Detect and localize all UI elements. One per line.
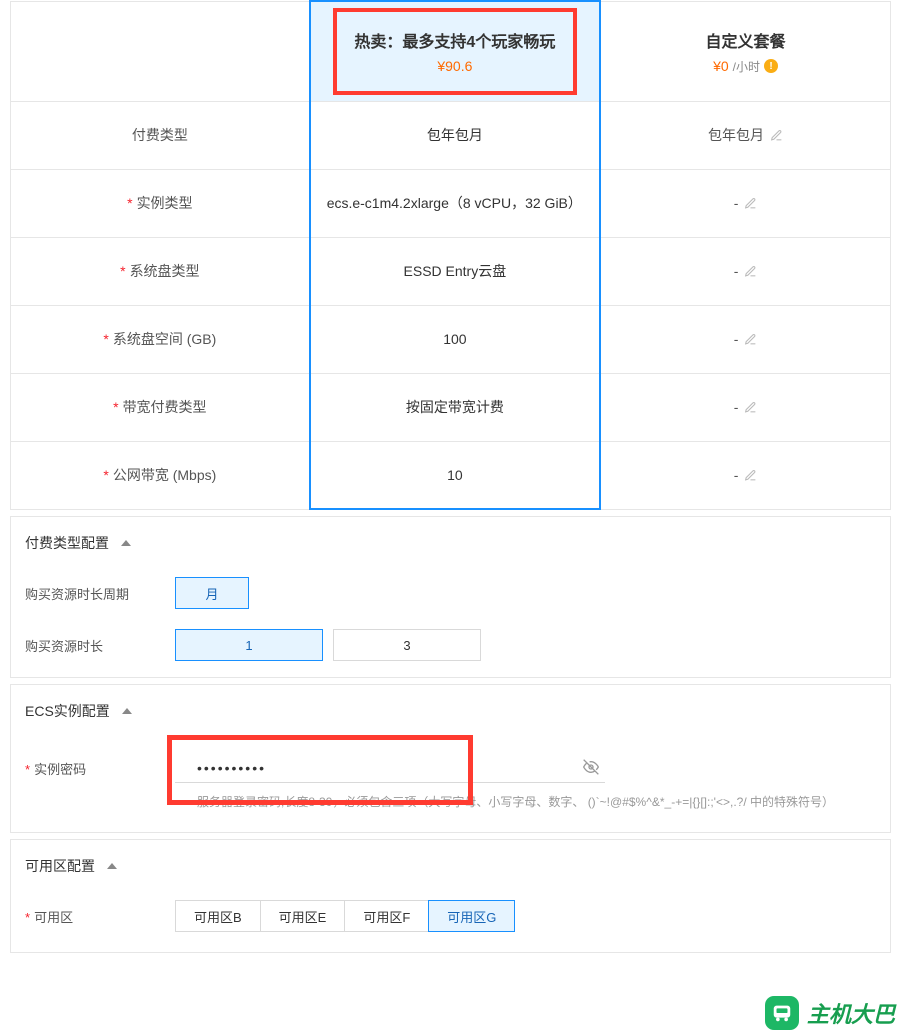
duration-option-1[interactable]: 1 (175, 629, 323, 661)
row-label-disk-size: *系统盘空间 (GB) (11, 305, 310, 373)
cell-bw-custom[interactable]: - (600, 441, 890, 509)
row-label-instance: *实例类型 (11, 169, 310, 237)
zone-option-b[interactable]: 可用区B (175, 900, 260, 932)
caret-up-icon (122, 708, 132, 714)
section-title: ECS实例配置 (25, 701, 110, 721)
period-label: 购买资源时长周期 (25, 584, 175, 603)
brand-watermark: 主机大巴 (765, 996, 895, 1030)
row-label-bw-billing: *带宽付费类型 (11, 373, 310, 441)
cell-bw-hot: 10 (310, 441, 600, 509)
section-header[interactable]: 可用区配置 (11, 840, 890, 890)
warning-icon: ! (764, 59, 778, 73)
row-label-bw: *公网带宽 (Mbps) (11, 441, 310, 509)
cell-bw-billing-custom[interactable]: - (600, 373, 890, 441)
plan-price: ¥90.6 (437, 58, 472, 74)
eye-off-icon[interactable] (583, 759, 599, 778)
cell-disk-type-hot: ESSD Entry云盘 (310, 237, 600, 305)
plan-comparison-table: 热卖：最多支持4个玩家畅玩 ¥90.6 自定义套餐 ¥0 /小时 ! 付费类型 … (10, 0, 891, 510)
duration-options: 1 3 (175, 629, 481, 661)
caret-up-icon (107, 863, 117, 869)
edit-icon[interactable] (744, 469, 757, 482)
instance-password-input[interactable] (175, 753, 605, 783)
cell-disk-type-custom[interactable]: - (600, 237, 890, 305)
section-header[interactable]: ECS实例配置 (11, 685, 890, 735)
plan-header-hot[interactable]: 热卖：最多支持4个玩家畅玩 ¥90.6 (310, 1, 600, 101)
pw-hint: 服务器登录密码,长度8-30，必须包含三项（大写字母、小写字母、数字、 ()`~… (175, 793, 875, 810)
plan-header-custom[interactable]: 自定义套餐 ¥0 /小时 ! (600, 1, 890, 101)
section-header[interactable]: 付费类型配置 (11, 517, 890, 567)
period-options: 月 (175, 577, 249, 609)
zone-option-f[interactable]: 可用区F (344, 900, 428, 932)
section-title: 付费类型配置 (25, 533, 109, 553)
cell-billing-custom[interactable]: 包年包月 (600, 101, 890, 169)
section-title: 可用区配置 (25, 856, 95, 876)
brand-text: 主机大巴 (807, 997, 895, 1029)
cell-bw-billing-hot: 按固定带宽计费 (310, 373, 600, 441)
pw-label: *实例密码 (25, 753, 175, 778)
ecs-config-section: ECS实例配置 *实例密码 服务器登录密码,长度8-30，必须包含三项（大写字母… (10, 684, 891, 833)
plan-title: 自定义套餐 (706, 28, 786, 52)
cell-disk-size-hot: 100 (310, 305, 600, 373)
cell-instance-hot: ecs.e-c1m4.2xlarge（8 vCPU，32 GiB） (310, 169, 600, 237)
zone-option-g[interactable]: 可用区G (428, 900, 515, 932)
edit-icon[interactable] (744, 333, 757, 346)
cell-instance-custom[interactable]: - (600, 169, 890, 237)
edit-icon[interactable] (744, 401, 757, 414)
zone-option-e[interactable]: 可用区E (260, 900, 345, 932)
cell-disk-size-custom[interactable]: - (600, 305, 890, 373)
plan-title: 热卖：最多支持4个玩家畅玩 (354, 28, 555, 52)
duration-label: 购买资源时长 (25, 636, 175, 655)
plan-price: ¥0 /小时 ! (713, 58, 778, 75)
empty-corner (11, 1, 310, 101)
edit-icon[interactable] (770, 129, 783, 142)
billing-config-section: 付费类型配置 购买资源时长周期 月 购买资源时长 1 3 (10, 516, 891, 678)
caret-up-icon (121, 540, 131, 546)
edit-icon[interactable] (744, 197, 757, 210)
cell-billing-hot: 包年包月 (310, 101, 600, 169)
row-label-billing: 付费类型 (11, 101, 310, 169)
zone-label: *可用区 (25, 907, 175, 926)
bus-icon (765, 996, 799, 1030)
zone-options: 可用区B 可用区E 可用区F 可用区G (175, 900, 515, 932)
zone-config-section: 可用区配置 *可用区 可用区B 可用区E 可用区F 可用区G (10, 839, 891, 953)
period-option-month[interactable]: 月 (175, 577, 249, 609)
edit-icon[interactable] (744, 265, 757, 278)
duration-option-3[interactable]: 3 (333, 629, 481, 661)
row-label-disk-type: *系统盘类型 (11, 237, 310, 305)
